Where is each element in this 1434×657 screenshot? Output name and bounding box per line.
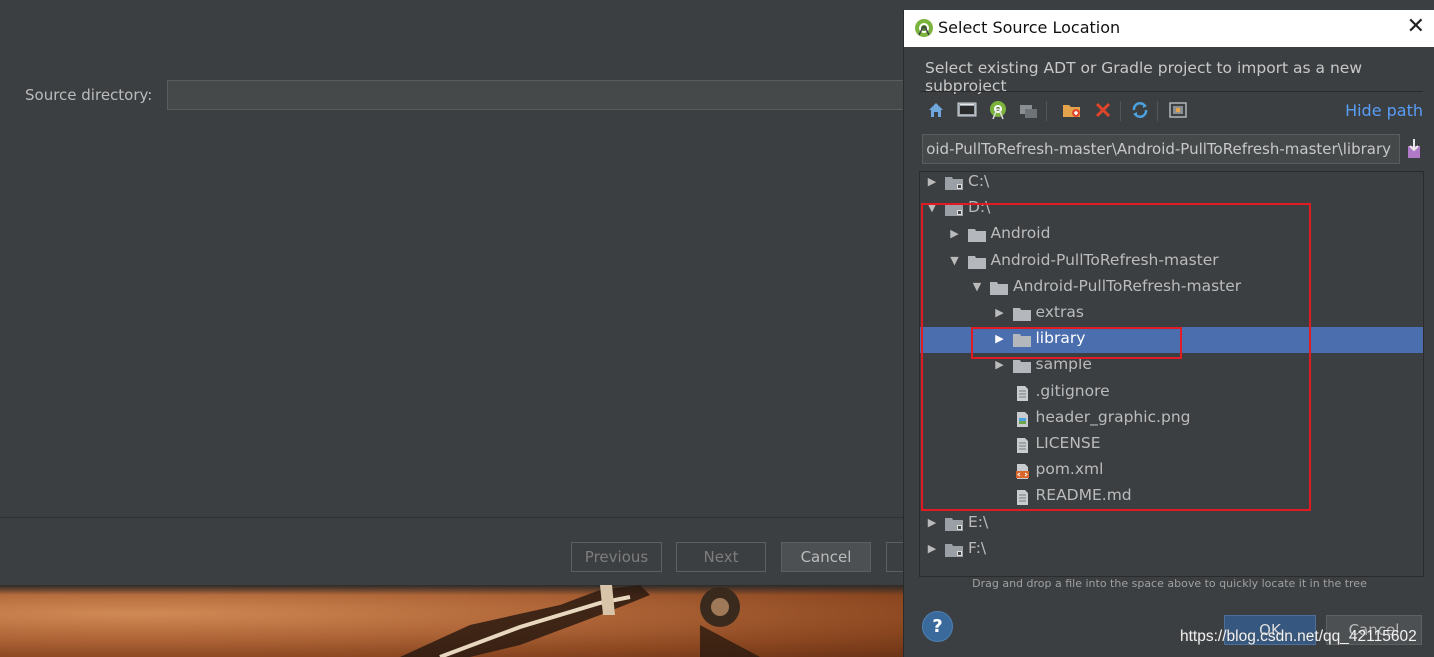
source-directory-input[interactable] xyxy=(167,80,903,110)
wizard-divider xyxy=(0,517,903,518)
file-icon xyxy=(1013,385,1031,402)
collapsed-arrow-icon[interactable]: ▶ xyxy=(993,358,1007,372)
tree-row-label: D:\ xyxy=(968,198,991,217)
tree-row-d[interactable]: ▼ D:\ xyxy=(920,196,1423,222)
path-input-value: oid-PullToRefresh-master\Android-PullToR… xyxy=(926,140,1391,158)
dialog-title: Select Source Location xyxy=(938,18,1121,37)
tree-row-label: Android-PullToRefresh-master xyxy=(990,250,1219,269)
dialog-header: Select existing ADT or Gradle project to… xyxy=(904,47,1434,95)
refresh-icon[interactable] xyxy=(1128,98,1152,122)
delete-icon[interactable] xyxy=(1091,98,1115,122)
import-module-wizard: Source directory: Previous Next Cancel xyxy=(0,0,916,585)
tree-row-label: .gitignore xyxy=(1035,381,1110,400)
wizard-cancel-button[interactable]: Cancel xyxy=(781,542,871,572)
folder-icon xyxy=(1012,358,1031,374)
folder-icon xyxy=(967,227,986,243)
tree-row-android-pulltorefresh-master[interactable]: ▼ Android-PullToRefresh-master xyxy=(920,249,1423,275)
hide-path-link[interactable]: Hide path xyxy=(1345,101,1423,120)
home-icon[interactable] xyxy=(924,98,948,122)
collapsed-arrow-icon[interactable]: ▶ xyxy=(925,175,939,189)
tree-row-label: C:\ xyxy=(968,172,990,190)
folder-icon xyxy=(1012,306,1031,321)
tree-row-label: E:\ xyxy=(968,512,989,531)
tree-row-f[interactable]: ▶ F:\ xyxy=(920,537,1423,563)
tree-row-e[interactable]: ▶ E:\ xyxy=(920,511,1423,537)
tree-row-label: library xyxy=(1035,329,1086,348)
tree-row-label: README.md xyxy=(1035,486,1132,505)
collapsed-arrow-icon[interactable]: ▶ xyxy=(925,516,939,530)
next-button[interactable]: Next xyxy=(676,542,766,572)
folder-icon xyxy=(1012,332,1031,348)
tree-row-readme-md[interactable]: README.md xyxy=(920,484,1423,510)
collapsed-arrow-icon[interactable]: ▶ xyxy=(993,306,1007,320)
help-button[interactable]: ? xyxy=(922,611,953,642)
tree-row-license[interactable]: LICENSE xyxy=(920,432,1423,458)
drive-icon xyxy=(945,516,963,531)
file-icon xyxy=(1013,489,1031,507)
module-icon[interactable] xyxy=(1017,98,1041,122)
show-hidden-icon[interactable] xyxy=(1166,98,1190,122)
dialog-titlebar: Select Source Location ✕ xyxy=(904,10,1434,47)
tree-row-label: header_graphic.png xyxy=(1035,407,1191,426)
tree-row-extras[interactable]: ▶ extras xyxy=(920,301,1423,327)
file-tree[interactable]: ▶ C:\ ▼ D:\ ▶ Android ▼ Android-PullToRefresh-m… xyxy=(919,171,1424,577)
dialog-description: Select existing ADT or Gradle project to… xyxy=(925,59,1363,95)
tree-row-android-pulltorefresh-master[interactable]: ▼ Android-PullToRefresh-master xyxy=(920,275,1423,301)
tree-row-android[interactable]: ▶ Android xyxy=(920,222,1423,248)
collapsed-arrow-icon[interactable]: ▶ xyxy=(993,332,1007,346)
close-icon[interactable]: ✕ xyxy=(1407,15,1425,39)
android-studio-icon xyxy=(915,19,933,37)
csdn-watermark: https://blog.csdn.net/qq_42115602 xyxy=(1180,628,1417,645)
drag-drop-hint: Drag and drop a file into the space abov… xyxy=(972,577,1367,590)
new-folder-icon[interactable] xyxy=(1060,98,1084,122)
source-directory-label: Source directory: xyxy=(25,86,153,104)
tree-row-label: F:\ xyxy=(968,538,987,557)
file-icon xyxy=(1013,463,1031,481)
folder-icon xyxy=(990,280,1008,295)
tree-row-label: Android xyxy=(990,224,1051,243)
header-divider xyxy=(920,91,1423,92)
android-project-icon[interactable] xyxy=(986,98,1010,122)
path-input[interactable]: oid-PullToRefresh-master\Android-PullToR… xyxy=(922,134,1400,164)
expanded-arrow-icon[interactable]: ▼ xyxy=(948,254,962,268)
expanded-arrow-icon[interactable]: ▼ xyxy=(970,280,984,294)
tree-row-gitignore[interactable]: .gitignore xyxy=(920,380,1423,406)
tree-row-label: Android-PullToRefresh-master xyxy=(1013,276,1242,295)
collapsed-arrow-icon[interactable]: ▶ xyxy=(925,542,939,556)
collapsed-arrow-icon[interactable]: ▶ xyxy=(948,227,962,241)
path-history-icon[interactable] xyxy=(1406,138,1422,160)
desktop-icon[interactable] xyxy=(955,98,979,122)
drive-icon xyxy=(945,175,963,190)
tree-row-c[interactable]: ▶ C:\ xyxy=(920,172,1423,196)
file-icon xyxy=(1013,411,1031,428)
previous-button[interactable]: Previous xyxy=(571,542,662,572)
tree-row-pom-xml[interactable]: pom.xml xyxy=(920,458,1423,484)
tree-row-sample[interactable]: ▶ sample xyxy=(920,353,1423,379)
desktop-wallpaper xyxy=(0,585,903,657)
folder-icon xyxy=(967,254,986,269)
file-icon xyxy=(1013,437,1031,454)
tree-row-label: pom.xml xyxy=(1035,460,1104,479)
select-source-location-dialog: Select Source Location ✕ Select existing… xyxy=(903,10,1434,657)
drive-icon xyxy=(945,542,963,557)
tree-row-label: sample xyxy=(1035,355,1092,374)
tree-row-library[interactable]: ▶ library xyxy=(920,327,1423,354)
expanded-arrow-icon[interactable]: ▼ xyxy=(925,201,939,215)
tree-row-label: LICENSE xyxy=(1035,434,1101,452)
tree-row-header-graphic-png[interactable]: header_graphic.png xyxy=(920,406,1423,432)
drive-icon xyxy=(945,201,963,217)
tree-row-label: extras xyxy=(1035,303,1084,321)
wallpaper-object-image xyxy=(400,585,760,657)
